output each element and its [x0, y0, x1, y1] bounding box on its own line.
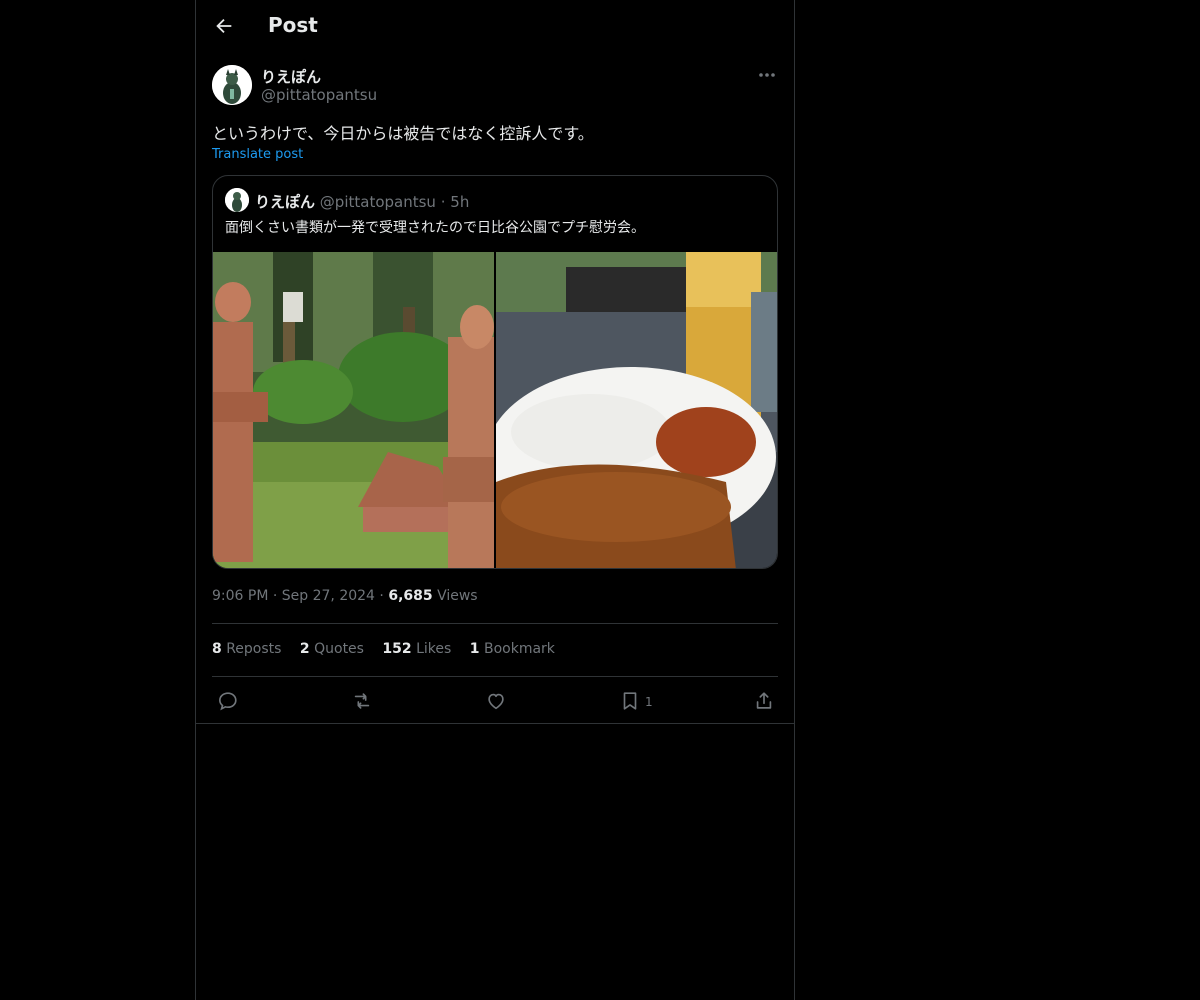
likes-label: Likes — [416, 641, 452, 657]
author-name[interactable]: りえぽん — [261, 66, 321, 87]
bookmarks-stat[interactable]: 1 Bookmark — [470, 641, 555, 657]
views-count: 6,685 — [388, 588, 433, 604]
post-time[interactable]: 9:06 PM — [212, 588, 268, 604]
photo-haniwa-garden[interactable] — [213, 252, 494, 568]
divider — [196, 723, 794, 724]
post-meta: 9:06 PM · Sep 27, 2024 · 6,685 Views — [212, 588, 478, 604]
bookmark-count: 1 — [645, 695, 653, 709]
quotes-stat[interactable]: 2 Quotes — [300, 641, 364, 657]
more-icon[interactable] — [756, 66, 778, 84]
meta-separator: · — [272, 588, 278, 604]
quote-header: りえぽん @pittatopantsu · 5h — [255, 191, 469, 212]
quote-separator: · — [440, 193, 446, 211]
meta-separator: · — [379, 588, 384, 604]
post-column: Post りえぽん @pittatopantsu というわけで、今日からは被告で… — [195, 0, 795, 1000]
translate-post-link[interactable]: Translate post — [212, 147, 303, 162]
likes-stat[interactable]: 152 Likes — [382, 641, 451, 657]
quote-text: 面倒くさい書類が一発で受理されたので日比谷公園でプチ慰労会。 — [225, 220, 645, 236]
likes-count: 152 — [382, 641, 412, 657]
back-arrow-icon[interactable] — [213, 15, 235, 37]
reposts-count: 8 — [212, 641, 222, 657]
quote-avatar — [225, 188, 249, 212]
like-icon[interactable] — [485, 690, 507, 714]
reply-icon[interactable] — [217, 690, 239, 714]
action-bar: 1 — [196, 688, 794, 716]
author-handle[interactable]: @pittatopantsu — [261, 86, 377, 104]
post-text: というわけで、今日からは被告ではなく控訴人です。 — [212, 124, 594, 143]
post-date[interactable]: Sep 27, 2024 — [282, 588, 375, 604]
reposts-stat[interactable]: 8 Reposts — [212, 641, 281, 657]
repost-icon[interactable] — [351, 690, 373, 714]
bookmark-icon[interactable]: 1 — [619, 690, 653, 714]
quotes-label: Quotes — [314, 641, 364, 657]
bookmarks-label: Bookmark — [483, 641, 555, 657]
quote-author-handle: @pittatopantsu — [319, 193, 436, 211]
reposts-label: Reposts — [226, 641, 282, 657]
quote-media — [213, 252, 777, 568]
page-title: Post — [268, 13, 318, 37]
photo-curry-beer[interactable] — [496, 252, 777, 568]
quoted-post[interactable]: りえぽん @pittatopantsu · 5h 面倒くさい書類が一発で受理され… — [212, 175, 778, 569]
views-label: Views — [437, 588, 478, 604]
quotes-count: 2 — [299, 641, 310, 657]
share-icon[interactable] — [753, 690, 775, 714]
quote-author-name: りえぽん — [255, 193, 316, 211]
bookmarks-count: 1 — [469, 641, 480, 657]
engagement-stats: 8 Reposts 2 Quotes 152 Likes 1 Bookmark — [212, 641, 569, 657]
avatar[interactable] — [212, 65, 252, 105]
post-header: Post — [196, 0, 794, 54]
quote-timestamp: 5h — [450, 193, 470, 211]
divider — [212, 623, 778, 624]
divider — [212, 676, 778, 677]
